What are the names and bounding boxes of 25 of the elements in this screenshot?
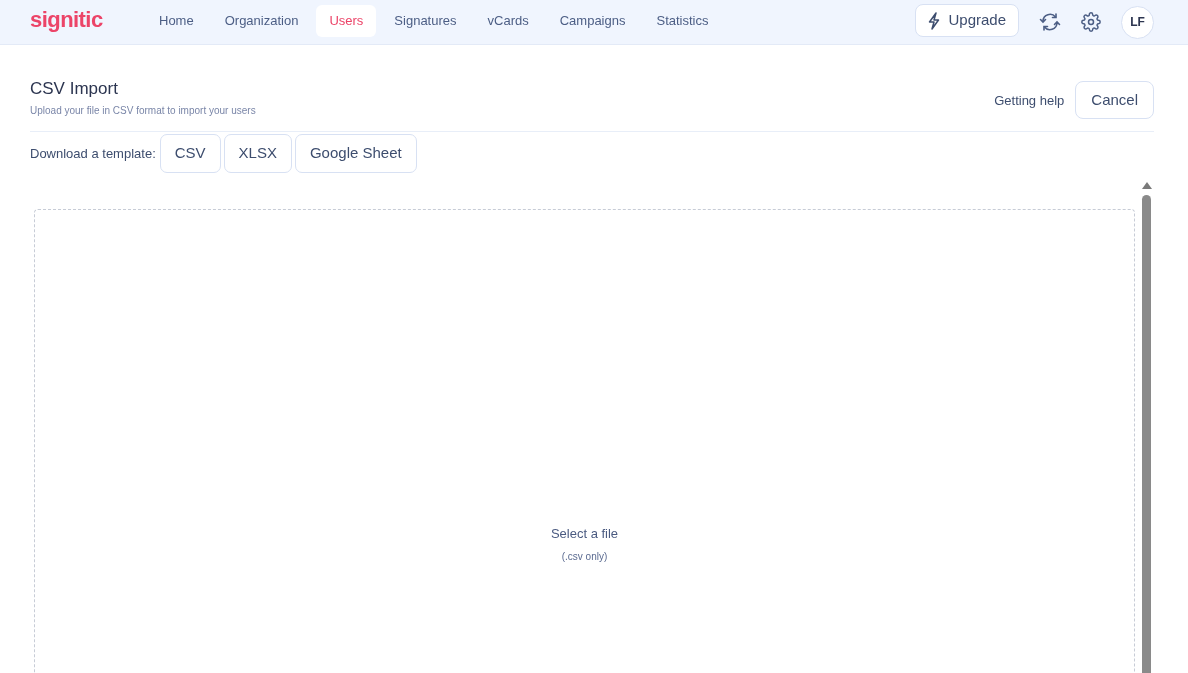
logo[interactable]: signitic [30,2,140,36]
nav-tab[interactable]: Statistics [643,4,722,37]
page-title: CSV Import [30,78,119,99]
page-subtitle: Upload your file in CSV format to import your users [30,103,256,118]
nav-tab[interactable]: Signatures [381,4,470,37]
scroll-up-icon[interactable] [1142,182,1152,189]
template-button[interactable]: CSV [159,134,221,173]
nav-tab[interactable]: Campaigns [546,4,639,37]
template-button[interactable]: XLSX [223,134,292,173]
nav-tab[interactable]: vCards [474,4,542,37]
nav-tab[interactable]: Organization [211,4,312,37]
cancel-button[interactable]: Cancel [1075,81,1154,119]
user-avatar[interactable]: LF [1121,5,1154,39]
settings-icon[interactable] [1081,12,1101,32]
help-link[interactable]: Getting help [994,91,1065,111]
refresh-icon[interactable] [1039,12,1061,32]
drop-hint: (.csv only) [560,550,609,564]
upgrade-button[interactable]: Upgrade [915,4,1019,37]
nav-tab[interactable]: Users [316,4,377,37]
template-label: Download a template: [30,144,156,163]
scrollbar-thumb[interactable] [1142,195,1151,673]
lightning-icon [928,11,941,30]
nav-tab[interactable]: Home [146,4,207,37]
drop-prompt: Select a file [549,525,620,543]
template-button[interactable]: Google Sheet [294,134,417,173]
